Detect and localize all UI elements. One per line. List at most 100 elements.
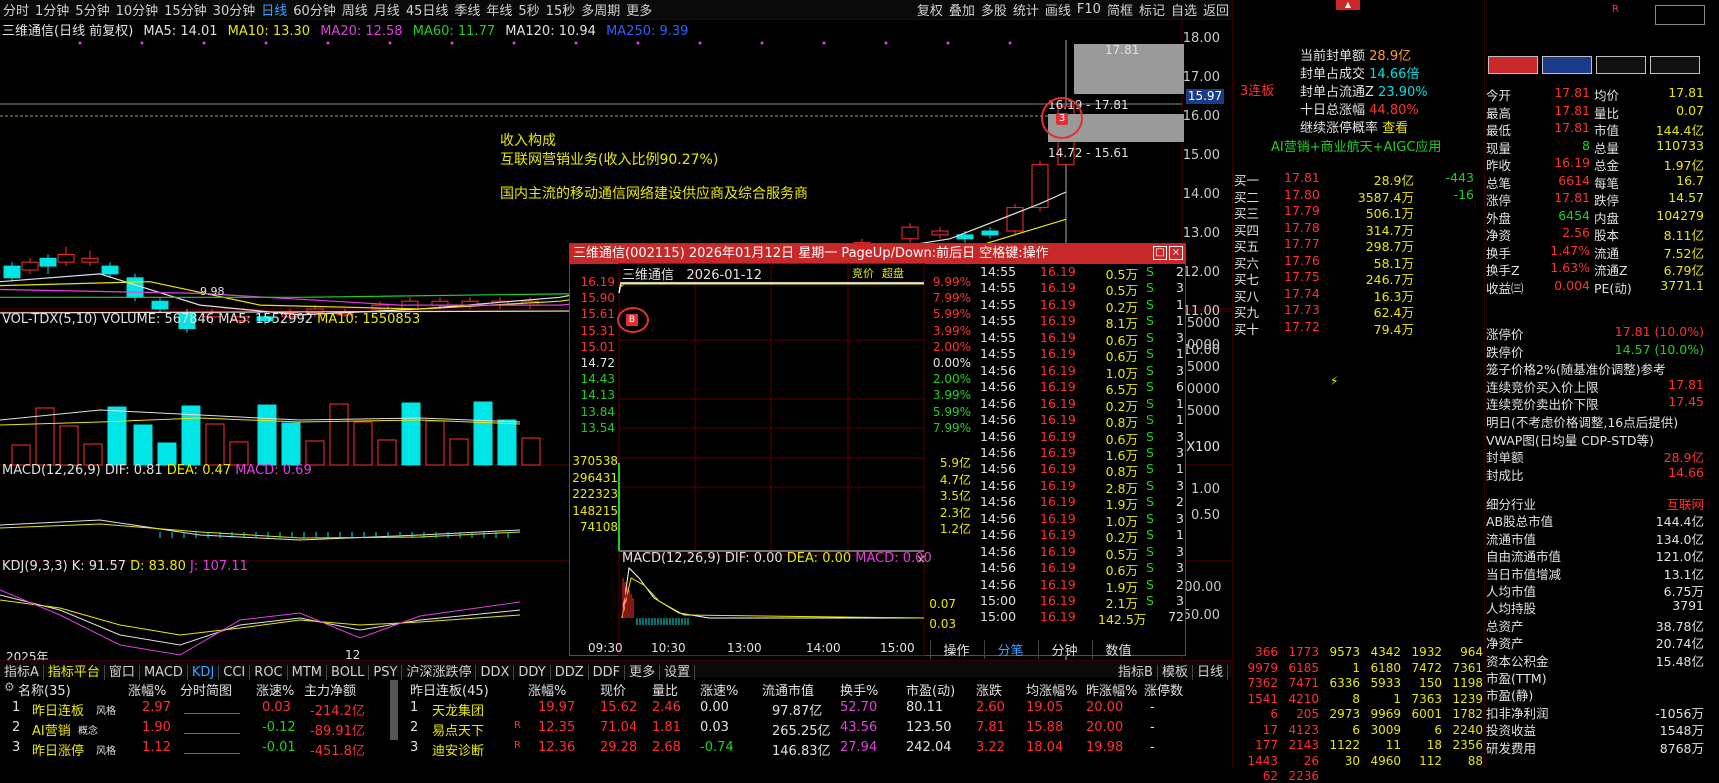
bid-level[interactable]: 买四 17.78 314.7万 [1234, 220, 1482, 238]
buy-button[interactable] [1488, 56, 1538, 74]
sector-col-header[interactable]: 分时简图 [180, 680, 232, 699]
period-tab-4[interactable]: 15分钟 [161, 0, 210, 19]
sector-name[interactable]: 昨日涨停 [32, 740, 84, 759]
cancel-order-button[interactable] [1596, 56, 1646, 74]
indicator-tab-5[interactable]: CCI [219, 665, 251, 680]
bid-level[interactable]: 买一 17.81 28.9亿 -443 [1234, 170, 1482, 188]
indicator-tab-13[interactable]: DDZ [550, 665, 589, 680]
stock-cell[interactable]: 易点天下 [432, 720, 484, 739]
bid-level[interactable]: 买九 17.73 62.4万 [1234, 302, 1482, 320]
stock-cell[interactable]: 天龙集团 [432, 700, 484, 719]
toolbar-btn-3[interactable]: 统计 [1010, 0, 1042, 19]
sector-col-header[interactable]: 名称(35) [18, 680, 71, 699]
stock-col-header[interactable]: 均涨幅% [1026, 680, 1077, 699]
period-tab-2[interactable]: 5分钟 [72, 0, 112, 19]
indicator-tab-0[interactable]: 指标A [0, 665, 44, 680]
bid-level[interactable]: 买十 17.72 79.4万 [1234, 319, 1482, 337]
period-tab-0[interactable]: 分时 [0, 0, 32, 19]
popup-tab-2[interactable]: 分钟 [1038, 640, 1090, 659]
period-tab-12[interactable]: 年线 [483, 0, 515, 19]
toolbar-btn-9[interactable]: 返回 [1200, 0, 1232, 19]
period-tab-10[interactable]: 45日线 [403, 0, 452, 19]
indicator-tab-16[interactable]: 设置 [660, 665, 696, 680]
buy-signal-marker[interactable]: B [626, 314, 638, 326]
indicator-tab-8[interactable]: BOLL [327, 665, 370, 680]
indicator-tab-11[interactable]: DDX [476, 665, 515, 680]
period-tab-3[interactable]: 10分钟 [113, 0, 162, 19]
stock-cell[interactable]: 迪安诊断 [432, 740, 484, 759]
period-tab-9[interactable]: 月线 [371, 0, 403, 19]
indicator-tab-12[interactable]: DDY [514, 665, 551, 680]
settings-icon[interactable]: ⚙ [4, 680, 15, 694]
indicator-tab-1[interactable]: 指标平台 [43, 665, 105, 680]
bid-level[interactable]: 买五 17.77 298.7万 [1234, 236, 1482, 254]
popup-tab-0[interactable]: 操作 [930, 640, 982, 659]
popup-tab-3[interactable]: 数值 [1092, 640, 1144, 659]
stock-col-header[interactable]: 市盈(动) [906, 680, 955, 699]
period-tab-6[interactable]: 日线 [258, 0, 290, 19]
toolbar-btn-1[interactable]: 叠加 [946, 0, 978, 19]
indicator-tab-3[interactable]: MACD [139, 665, 188, 680]
auction-toggle[interactable]: 竞价 [852, 265, 874, 281]
period-tab-14[interactable]: 15秒 [543, 0, 579, 19]
close-icon[interactable]: × [1169, 246, 1183, 260]
right-tab-2[interactable]: 日线 [1192, 665, 1228, 680]
stock-col-header[interactable]: 昨涨幅% [1086, 680, 1137, 699]
stock-col-header[interactable]: 现价 [600, 680, 626, 699]
bid-level[interactable]: 买八 17.74 16.3万 [1234, 286, 1482, 304]
stock-col-header[interactable]: 换手% [840, 680, 878, 699]
toolbar-btn-4[interactable]: 画线 [1042, 0, 1074, 19]
toolbar-btn-5[interactable]: F10 [1074, 2, 1104, 17]
maximize-icon[interactable]: □ [1153, 246, 1167, 260]
stock-col-header[interactable]: 涨跌 [976, 680, 1002, 699]
sector-col-header[interactable]: 涨速% [256, 680, 294, 699]
popup-tab-1[interactable]: 分笔 [984, 640, 1036, 659]
toolbar-btn-2[interactable]: 多股 [978, 0, 1010, 19]
sector-name[interactable]: AI营销 [32, 720, 71, 739]
indicator-tab-4[interactable]: KDJ [187, 665, 220, 680]
bid-level[interactable]: 买三 17.79 506.1万 [1234, 203, 1482, 221]
indicator-tab-10[interactable]: 沪深涨跌停 [402, 665, 477, 680]
toolbar-btn-7[interactable]: 标记 [1136, 0, 1168, 19]
period-tab-8[interactable]: 周线 [339, 0, 371, 19]
sell-button[interactable] [1542, 56, 1592, 74]
toolbar-btn-6[interactable]: 简框 [1104, 0, 1136, 19]
bid-level[interactable]: 买二 17.80 3587.4万 -16 [1234, 187, 1482, 205]
sector-name[interactable]: 昨日连板 [32, 700, 84, 719]
stock-col-header[interactable]: 昨日连板(45) [410, 680, 489, 699]
indicator-tab-9[interactable]: PSY [369, 665, 403, 680]
right-tab-1[interactable]: 模板 [1157, 665, 1193, 680]
stock-col-header[interactable]: 量比 [652, 680, 678, 699]
sector-col-header[interactable]: 涨幅% [128, 680, 166, 699]
stock-col-header[interactable]: 涨幅% [528, 680, 566, 699]
stock-col-header[interactable]: 涨停数 [1144, 680, 1183, 699]
extended-toggle[interactable]: 超盘 [882, 265, 904, 281]
indicator-tab-14[interactable]: DDF [588, 665, 626, 680]
bid-level[interactable]: 买六 17.76 58.1万 [1234, 253, 1482, 271]
period-tab-16[interactable]: 更多 [623, 0, 655, 19]
stock-col-header[interactable]: 涨速% [700, 680, 738, 699]
period-tab-5[interactable]: 30分钟 [210, 0, 259, 19]
signal-marker[interactable]: 3 [1056, 113, 1068, 125]
toolbar-btn-8[interactable]: 自选 [1168, 0, 1200, 19]
period-tab-15[interactable]: 多周期 [578, 0, 623, 19]
toolbar-btn-0[interactable]: 复权 [914, 0, 946, 19]
collapse-up-icon[interactable]: ▲ [1336, 0, 1360, 10]
industry-tag[interactable] [1655, 5, 1705, 25]
table-scrollbar[interactable] [390, 680, 398, 740]
stock-col-header[interactable]: 流通市值 [762, 680, 814, 699]
bid-level[interactable]: 买七 17.75 246.7万 [1234, 269, 1482, 287]
alert-button[interactable] [1650, 56, 1700, 74]
period-tab-11[interactable]: 季线 [451, 0, 483, 19]
indicator-tab-15[interactable]: 更多 [625, 665, 661, 680]
indicator-tab-7[interactable]: MTM [287, 665, 327, 680]
period-tab-1[interactable]: 1分钟 [32, 0, 72, 19]
seal-v5-link[interactable]: 查看 [1382, 121, 1408, 136]
period-tab-13[interactable]: 5秒 [515, 0, 542, 19]
indicator-tab-6[interactable]: ROC [250, 665, 288, 680]
right-tab-0[interactable]: 指标B [1114, 665, 1158, 680]
indicator-tab-2[interactable]: 窗口 [104, 665, 140, 680]
period-tab-7[interactable]: 60分钟 [290, 0, 339, 19]
concept-tags[interactable]: AI营销+商业航天+AIGC应用 [1271, 136, 1441, 155]
sector-col-header[interactable]: 主力净额 [304, 680, 356, 699]
